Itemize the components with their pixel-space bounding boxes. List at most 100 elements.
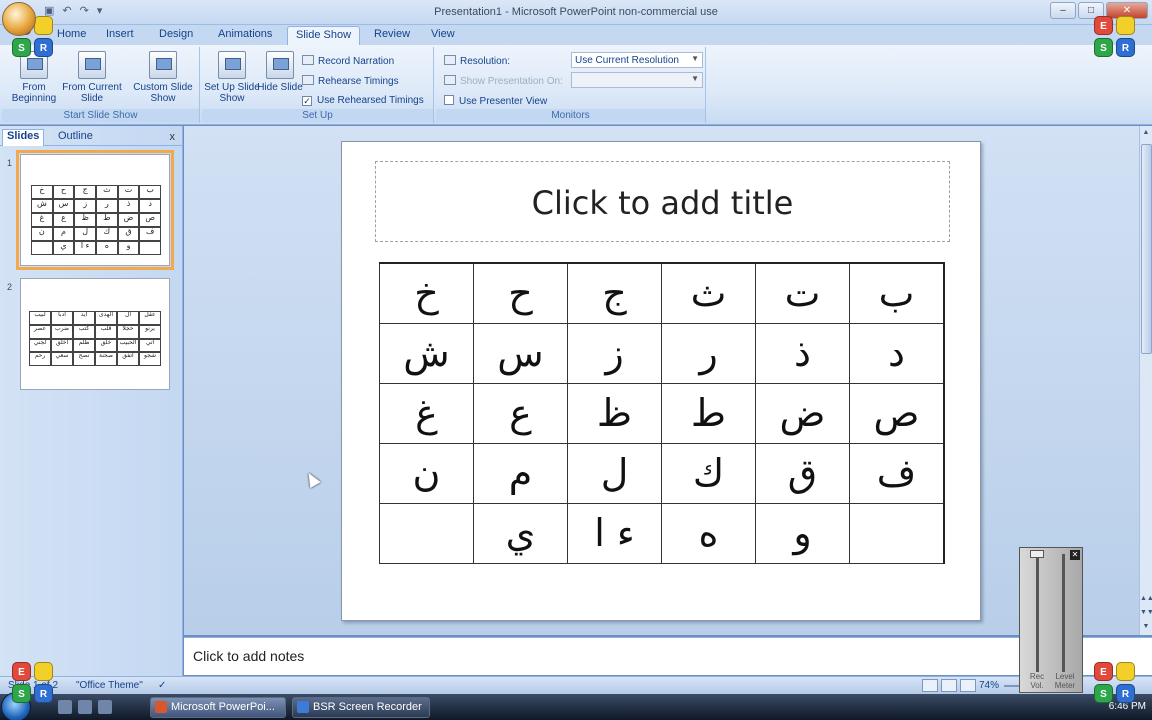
minimize-button[interactable]: – <box>1050 2 1076 19</box>
thumbnail-word-cell: خلق <box>95 338 117 353</box>
resolution-dropdown[interactable]: Use Current Resolution ▼ <box>571 52 703 68</box>
taskbar-item-powerpoint[interactable]: Microsoft PowerPoi... <box>150 697 286 718</box>
arabic-letter-cell <box>379 504 473 564</box>
tab-design[interactable]: Design <box>159 28 193 40</box>
tab-animations[interactable]: Animations <box>218 28 272 40</box>
timer-icon <box>302 75 314 85</box>
thumbnail-word-cell: الهدى <box>95 311 117 325</box>
thumbnail-word-cell: يرنو <box>139 324 161 339</box>
notes-pane[interactable]: Click to add notes <box>184 637 1152 675</box>
slide-sorter-icon[interactable] <box>941 679 957 692</box>
esr-logo-bottom-right: E S R <box>1094 662 1138 706</box>
tab-slides[interactable]: Slides <box>2 129 45 146</box>
arabic-alphabet-image[interactable]: بتثجحخ دذرزسش صضطظعغ فقكلمن وهء اي <box>379 262 945 564</box>
arabic-letter-cell: ب <box>849 264 943 324</box>
switch-windows-icon[interactable] <box>98 700 112 714</box>
thumbnail-word-cell: اتفق <box>117 352 139 366</box>
rec-volume-track[interactable] <box>1036 554 1039 672</box>
arabic-letter-cell: ث <box>661 264 755 324</box>
dropdown-arrow-icon: ▼ <box>691 54 699 63</box>
arabic-letter-cell: ز <box>567 324 661 384</box>
setup-icon <box>218 51 246 79</box>
use-presenter-view-checkbox[interactable]: Use Presenter View <box>444 95 547 107</box>
slide-thumbnail-2[interactable]: عقل ال الهدى ايد ادباً لبيب يرنو حجلا قلب كتب ضرب ع… <box>20 278 170 390</box>
thumbnail-letter-cell: ع <box>52 213 75 227</box>
scroll-down-icon[interactable]: ▼ <box>1140 620 1152 634</box>
close-pane-icon[interactable]: x <box>170 131 176 143</box>
record-narration-button[interactable]: Record Narration <box>302 55 394 67</box>
tab-review[interactable]: Review <box>374 28 410 40</box>
taskbar-item-bsr-recorder[interactable]: BSR Screen Recorder <box>292 697 430 718</box>
rec-volume-knob[interactable] <box>1030 550 1044 558</box>
rehearse-timings-button[interactable]: Rehearse Timings <box>302 75 399 87</box>
scroll-up-icon[interactable]: ▲ <box>1140 126 1152 140</box>
thumbnail-word-cell: اتي <box>139 338 161 353</box>
thumbnail-word-cell: ضرب <box>51 324 73 339</box>
group-label: Set Up <box>202 109 433 122</box>
tab-home[interactable]: Home <box>57 28 86 40</box>
tab-outline[interactable]: Outline <box>54 130 97 142</box>
title-bar: ▣ ↶ ↷ ▾ Presentation1 - Microsoft PowerP… <box>0 0 1152 25</box>
normal-view-icon[interactable] <box>922 679 938 692</box>
status-bar: Slide 1 of 2 "Office Theme" ✓ 74% <box>0 676 1152 694</box>
tab-insert[interactable]: Insert <box>106 28 134 40</box>
thumbnail-word-cell: اخلق <box>51 338 73 353</box>
office-button[interactable] <box>2 2 36 36</box>
slide-number: 1 <box>7 158 13 168</box>
volume-mixer: ✕ Rec Vol. Level Meter <box>1019 547 1083 693</box>
ie-icon[interactable] <box>78 700 92 714</box>
thumbnail-letter-cell: ر <box>96 199 118 213</box>
checkbox-icon <box>444 95 454 105</box>
arabic-letter-cell: ل <box>567 444 661 504</box>
thumbnail-letter-cell: ض <box>117 213 140 227</box>
close-icon[interactable]: ✕ <box>1070 550 1080 560</box>
arabic-letter-cell: س <box>473 324 567 384</box>
arabic-letter-cell: م <box>473 444 567 504</box>
tab-view[interactable]: View <box>431 28 455 40</box>
group-label: Start Slide Show <box>2 109 199 122</box>
use-rehearsed-timings-checkbox[interactable]: ✓ Use Rehearsed Timings <box>302 95 424 106</box>
thumbnail-word-cell: لجني <box>29 338 51 353</box>
arabic-letter-cell: غ <box>379 384 473 444</box>
microphone-icon <box>302 55 314 65</box>
hide-slide-button[interactable]: Hide Slide <box>250 51 310 93</box>
thumbnail-word-cell: سعي <box>51 352 73 366</box>
recorder-icon <box>297 701 309 713</box>
previous-slide-icon[interactable]: ▲▲ <box>1140 592 1152 606</box>
custom-slide-show-button[interactable]: Custom Slide Show <box>133 51 193 104</box>
thumbnail-letter-cell: ن <box>31 227 53 241</box>
slide-canvas[interactable]: Click to add title بتثجحخ دذرزسش صضطظعغ فقك… <box>341 141 981 621</box>
from-current-slide-button[interactable]: From Current Slide <box>62 51 122 104</box>
thumbnail-letter-cell: ط <box>96 213 118 227</box>
dropdown-arrow-icon: ▼ <box>691 74 699 83</box>
theme-name: "Office Theme" <box>76 680 143 691</box>
thumbnail-letter-cell: ي <box>52 241 75 255</box>
thumbnail-letter-cell: ذ <box>117 199 140 213</box>
arabic-letter-cell: د <box>849 324 943 384</box>
vertical-scrollbar[interactable]: ▲ ▲▲ ▼▼ ▼ <box>1139 126 1152 635</box>
scroll-thumb[interactable] <box>1141 144 1152 354</box>
esr-logo-top-right: E S R <box>1094 16 1138 60</box>
show-desktop-icon[interactable] <box>58 700 72 714</box>
thumbnail-word-cell: ظلم <box>73 338 95 353</box>
show-presentation-on-label: Show Presentation On: <box>444 75 563 87</box>
zoom-level[interactable]: 74% <box>979 680 999 691</box>
arabic-letter-cell: ك <box>661 444 755 504</box>
slide-thumbnail-1[interactable]: بتثجحخ دذرزسش صضطظعغ فقكلمن وهء اي <box>16 150 174 270</box>
thumbnail-word-cell: ايد <box>73 311 95 325</box>
show-presentation-on-dropdown[interactable]: ▼ <box>571 72 703 88</box>
pane-tabs: Slides Outline x <box>0 128 183 146</box>
arabic-letter-cell: ن <box>379 444 473 504</box>
thumbnail-word-cell: صحنة <box>95 352 117 366</box>
arabic-letter-cell: ع <box>473 384 567 444</box>
monitor-icon <box>444 75 456 85</box>
title-placeholder[interactable]: Click to add title <box>375 161 950 242</box>
tab-slide-show[interactable]: Slide Show <box>287 26 361 45</box>
arabic-letter-cell: ض <box>755 384 849 444</box>
next-slide-icon[interactable]: ▼▼ <box>1140 606 1152 620</box>
spell-check-icon[interactable]: ✓ <box>158 680 166 691</box>
rec-volume-label: Rec Vol. <box>1029 672 1045 690</box>
arabic-letter-table: بتثجحخ دذرزسش صضطظعغ فقكلمن وهء اي <box>379 264 943 564</box>
slide-show-view-icon[interactable] <box>960 679 976 692</box>
thumbnail-word-cell: قلب <box>95 324 117 339</box>
